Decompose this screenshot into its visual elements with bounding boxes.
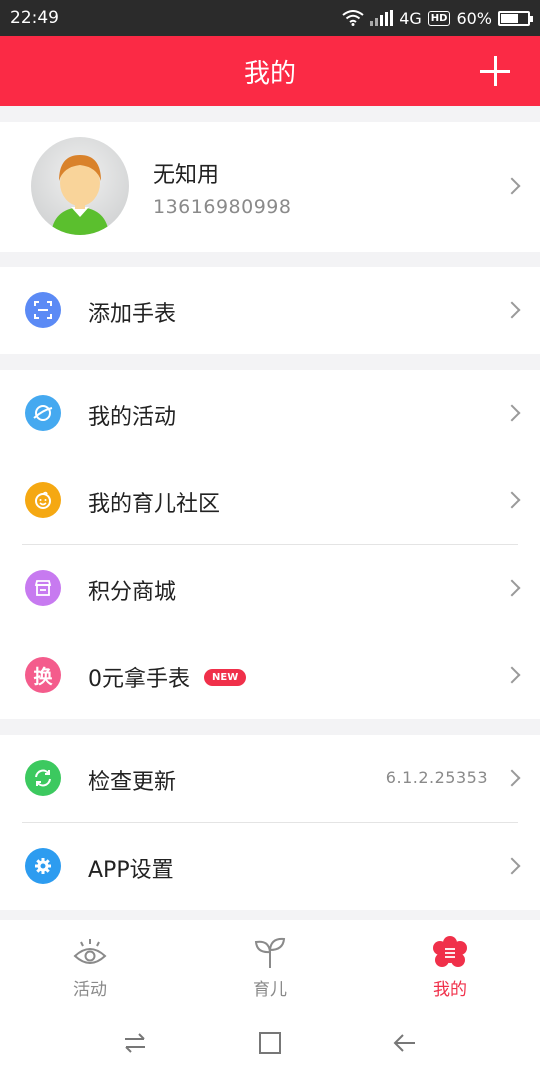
network-type: 4G	[399, 8, 422, 28]
menu-label: 检查更新	[88, 770, 177, 795]
user-avatar-icon	[51, 155, 109, 235]
chevron-right-icon	[503, 491, 521, 509]
store-icon	[25, 570, 61, 606]
settings-section: 检查更新 6.1.2.25353 APP设置	[0, 735, 540, 910]
profile-phone: 13616980998	[153, 196, 292, 218]
refresh-icon	[25, 760, 61, 796]
page-title: 我的	[243, 58, 296, 89]
menu-item-check-update[interactable]: 检查更新 6.1.2.25353	[0, 735, 540, 822]
activity-section: 我的活动 我的育儿社区 积分商城 换 0元拿手表 NEW	[0, 370, 540, 719]
tab-label: 我的	[433, 980, 467, 1000]
menu-label: 我的育儿社区	[88, 492, 221, 517]
menu-label: 我的活动	[88, 405, 177, 430]
new-badge: NEW	[204, 668, 247, 686]
baby-face-icon	[25, 482, 61, 518]
avatar[interactable]	[31, 137, 129, 235]
switch-apps-icon[interactable]	[122, 1030, 148, 1056]
bottom-tab-bar: 活动 育儿 我的	[0, 920, 540, 1008]
tab-mine[interactable]: 我的	[360, 920, 540, 1008]
app-header: 我的	[0, 36, 540, 106]
battery-percent: 60%	[456, 8, 492, 28]
tab-label: 活动	[73, 980, 107, 1000]
chevron-right-icon	[503, 857, 521, 875]
activity-icon	[25, 395, 61, 431]
chevron-right-icon	[503, 177, 521, 195]
chevron-right-icon	[503, 579, 521, 597]
hd-badge: HD	[427, 10, 451, 26]
menu-item-app-settings[interactable]: APP设置	[0, 823, 540, 910]
home-square-icon[interactable]	[257, 1030, 283, 1056]
chevron-right-icon	[503, 301, 521, 319]
menu-label-with-badge: 0元拿手表 NEW	[88, 661, 247, 693]
menu-item-add-watch[interactable]: 添加手表	[0, 267, 540, 354]
battery-icon	[498, 10, 533, 26]
menu-item-my-activity[interactable]: 我的活动	[0, 370, 540, 457]
status-indicators: 4G HD 60%	[342, 8, 533, 28]
exchange-icon: 换	[25, 657, 61, 693]
gear-icon	[25, 848, 61, 884]
flower-menu-icon	[433, 936, 467, 967]
profile-name: 无知用	[153, 163, 220, 188]
signal-icon	[370, 10, 394, 26]
menu-label: 添加手表	[88, 302, 177, 327]
scan-icon	[25, 292, 61, 328]
chevron-right-icon	[503, 769, 521, 787]
eye-icon	[73, 939, 107, 964]
menu-item-free-watch[interactable]: 换 0元拿手表 NEW	[0, 632, 540, 719]
status-time: 22:49	[10, 8, 59, 28]
system-nav-bar	[0, 1008, 540, 1080]
status-bar: 22:49 4G HD 60%	[0, 0, 540, 36]
menu-label: APP设置	[88, 858, 174, 883]
tab-label: 育儿	[253, 980, 287, 1000]
menu-item-parenting-community[interactable]: 我的育儿社区	[0, 457, 540, 544]
add-watch-section: 添加手表	[0, 267, 540, 354]
back-arrow-icon[interactable]	[392, 1030, 418, 1056]
menu-label: 0元拿手表	[88, 667, 190, 692]
wifi-icon	[342, 10, 364, 26]
add-icon[interactable]	[480, 56, 510, 86]
sprout-icon	[254, 937, 286, 968]
menu-label: 积分商城	[88, 580, 177, 605]
version-text: 6.1.2.25353	[385, 768, 488, 787]
chevron-right-icon	[503, 404, 521, 422]
profile-card[interactable]: 无知用 13616980998	[0, 122, 540, 252]
menu-item-points-mall[interactable]: 积分商城	[0, 545, 540, 632]
chevron-right-icon	[503, 666, 521, 684]
tab-activity[interactable]: 活动	[0, 920, 180, 1008]
tab-parenting[interactable]: 育儿	[180, 920, 360, 1008]
